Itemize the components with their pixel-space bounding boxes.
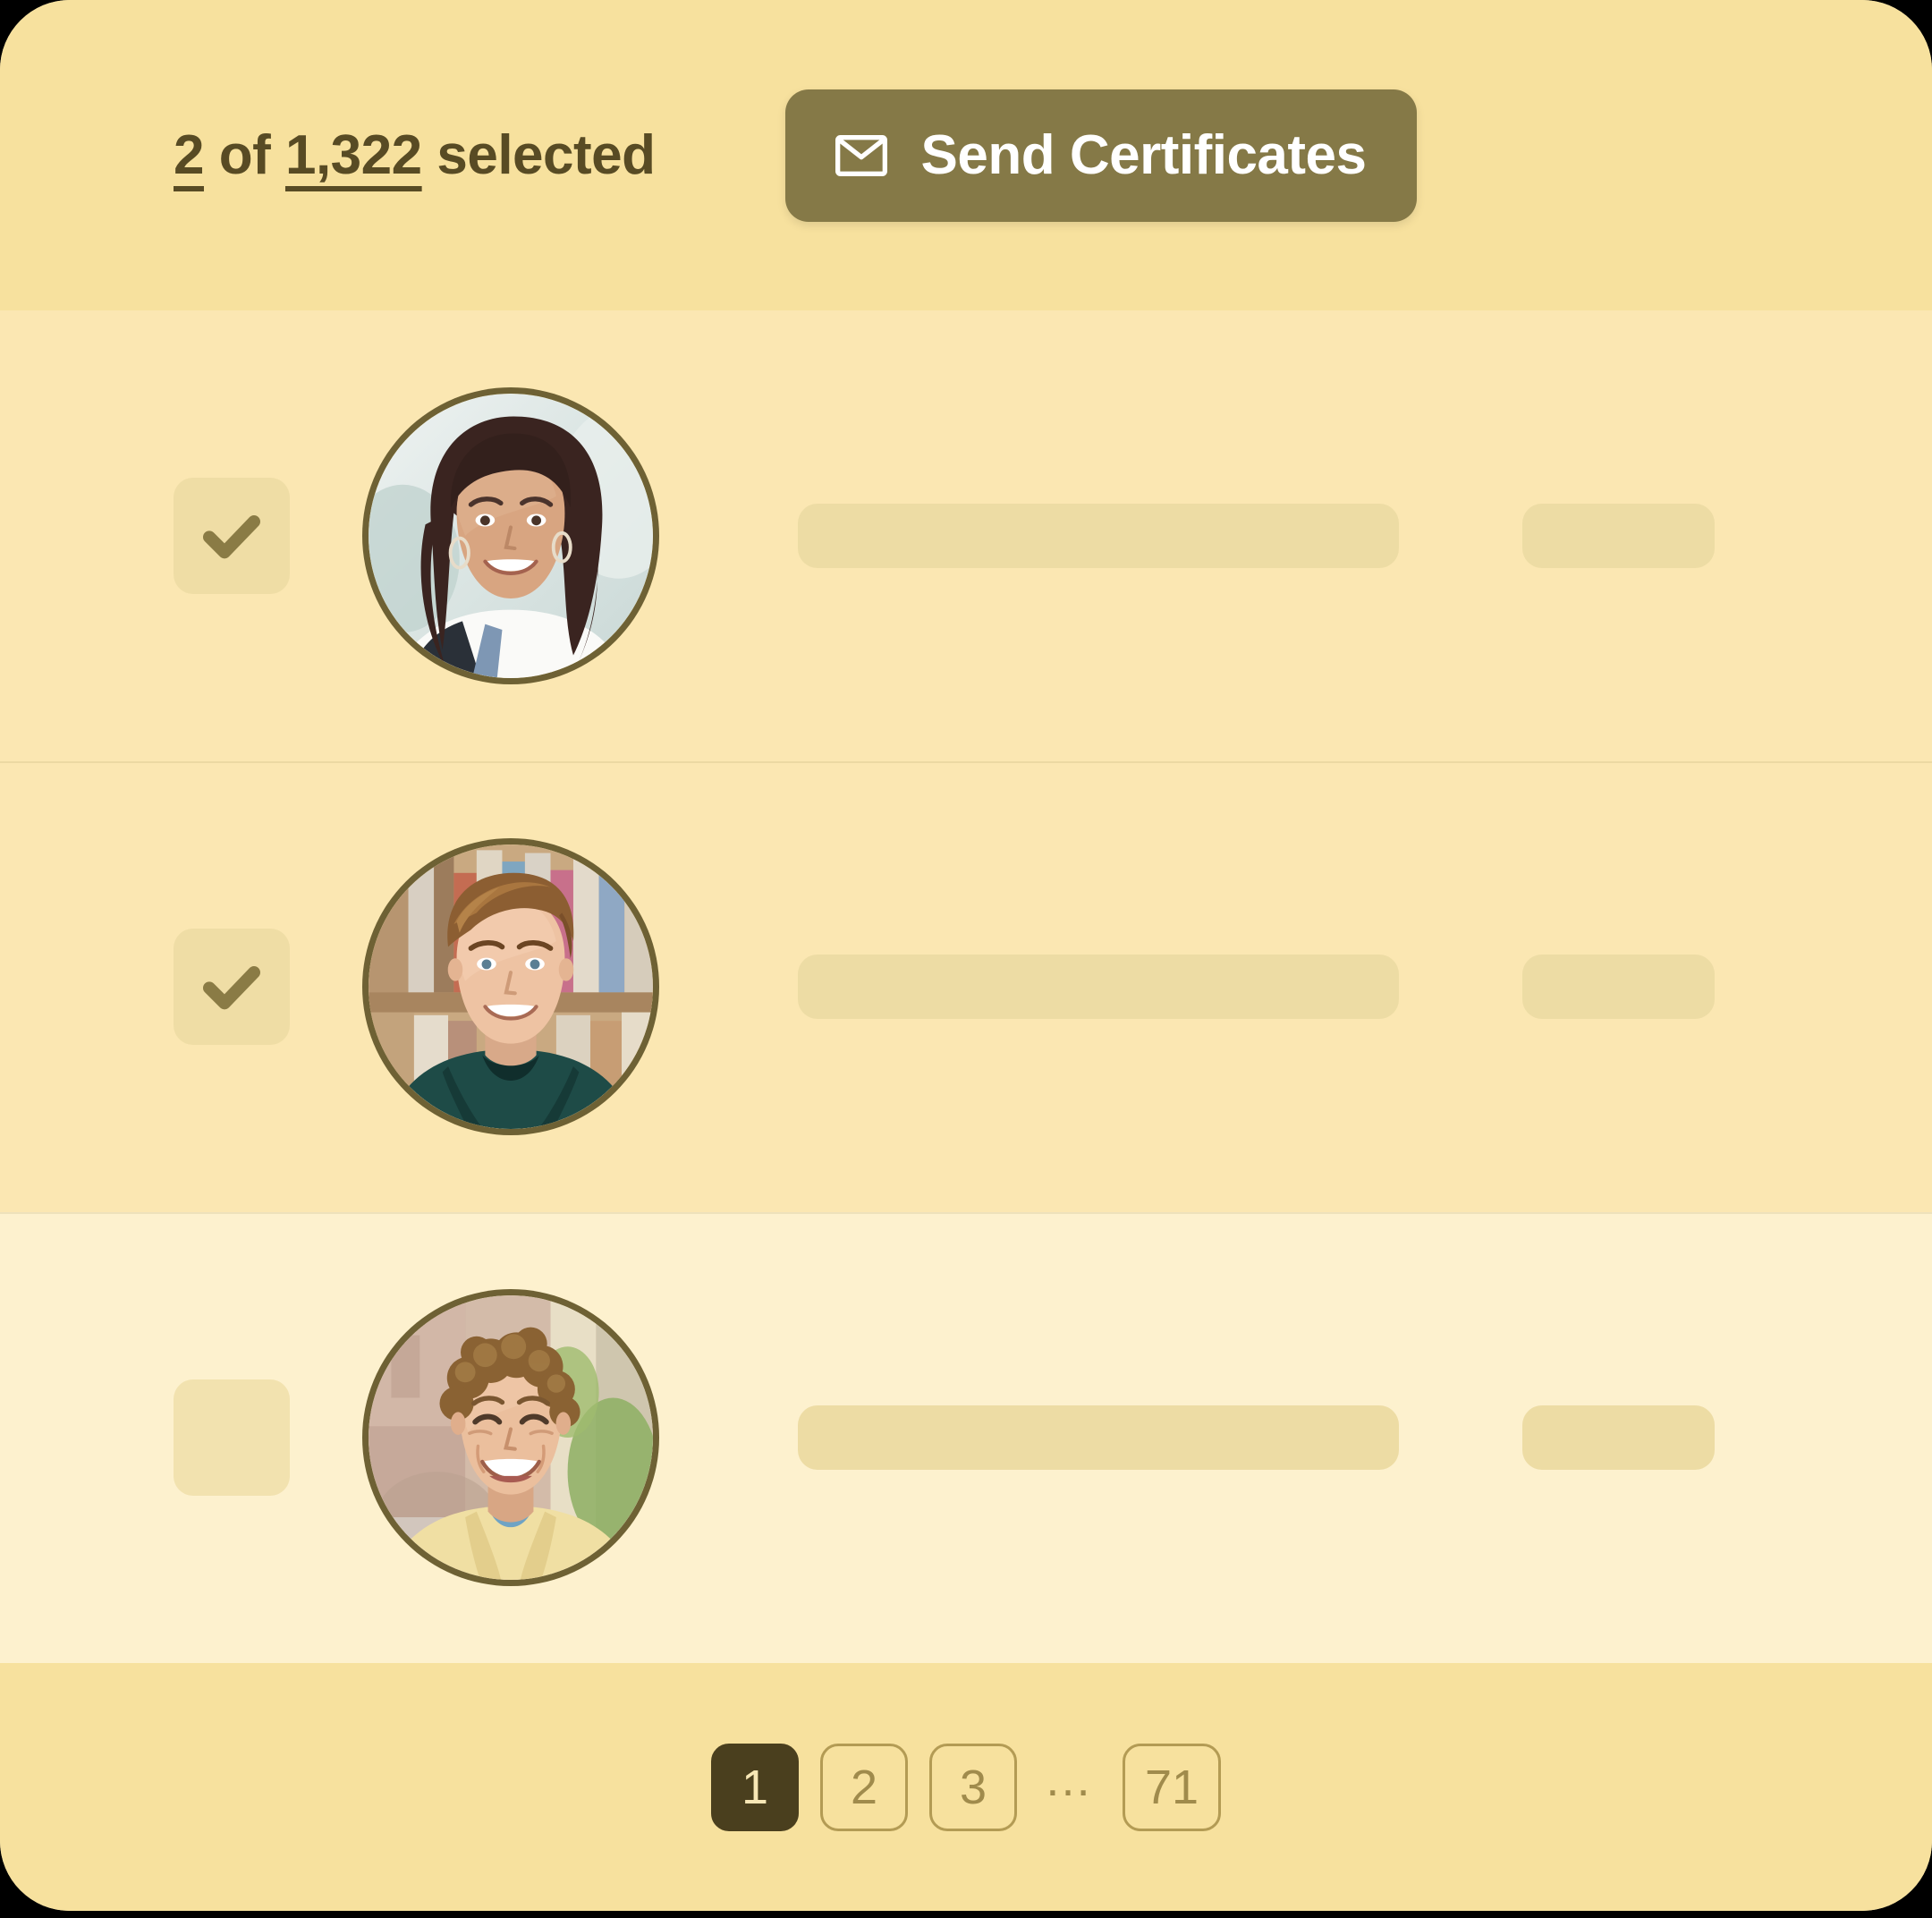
send-certificates-button[interactable]: Send Certificates xyxy=(784,89,1417,222)
skeleton-name xyxy=(798,1405,1399,1470)
skeleton-name xyxy=(798,955,1399,1019)
page-button-last[interactable]: 71 xyxy=(1123,1743,1221,1831)
selection-suffix: selected xyxy=(421,123,656,186)
row-checkbox-1[interactable] xyxy=(174,478,290,594)
recipient-list xyxy=(0,310,1932,1663)
skeleton-meta xyxy=(1522,955,1715,1019)
send-certificates-label: Send Certificates xyxy=(920,123,1368,186)
selection-summary: 2 of 1,322 selected xyxy=(174,127,656,183)
avatar-woman-curly-hair xyxy=(369,394,653,678)
bulk-selection-card: 2 of 1,322 selected Send Certificates 1 … xyxy=(0,0,1932,1911)
skeleton-meta xyxy=(1522,504,1715,568)
skeleton-name xyxy=(798,504,1399,568)
pagination-bar: 1 2 3 … 71 xyxy=(0,1663,1932,1911)
selection-connector: of xyxy=(203,123,285,186)
selected-count: 2 xyxy=(174,123,204,186)
check-icon xyxy=(196,500,267,572)
avatar-man-curly-hair xyxy=(369,1295,653,1580)
avatar xyxy=(369,1295,653,1580)
skeleton-meta xyxy=(1522,1405,1715,1470)
avatar-young-man-hoodie xyxy=(369,844,653,1129)
table-row[interactable] xyxy=(0,1212,1932,1663)
pagination-ellipsis: … xyxy=(1044,1752,1096,1806)
avatar xyxy=(369,844,653,1129)
bulk-action-bar: 2 of 1,322 selected Send Certificates xyxy=(0,0,1932,310)
table-row[interactable] xyxy=(0,310,1932,761)
page-button-3[interactable]: 3 xyxy=(929,1743,1017,1831)
check-icon xyxy=(196,951,267,1023)
page-button-2[interactable]: 2 xyxy=(820,1743,908,1831)
table-row[interactable] xyxy=(0,761,1932,1212)
total-count: 1,322 xyxy=(284,123,422,186)
avatar xyxy=(369,394,653,678)
page-button-1[interactable]: 1 xyxy=(711,1743,799,1831)
row-checkbox-2[interactable] xyxy=(174,929,290,1045)
envelope-icon xyxy=(835,134,887,176)
row-checkbox-3[interactable] xyxy=(174,1379,290,1496)
